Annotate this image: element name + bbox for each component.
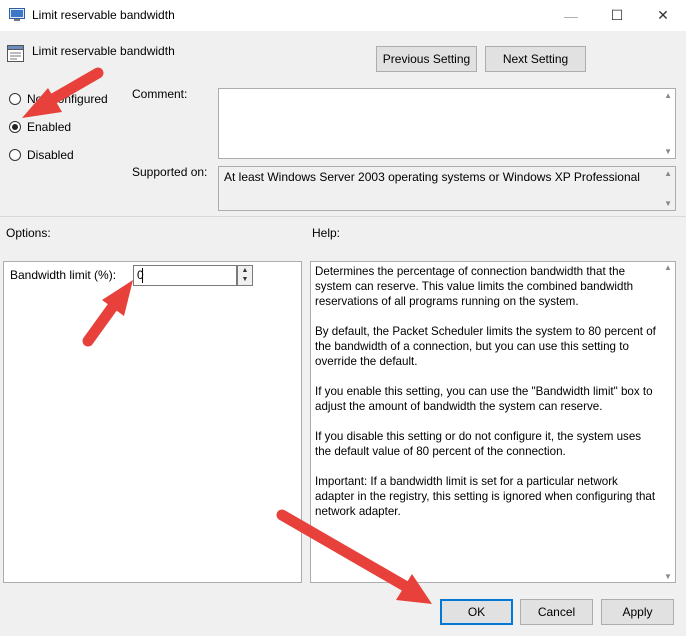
disabled-radio[interactable]: Disabled	[9, 148, 74, 162]
supported-on-text: At least Windows Server 2003 operating s…	[224, 170, 640, 184]
scroll-down-icon[interactable]: ▼	[664, 572, 672, 581]
scroll-up-icon[interactable]: ▲	[664, 169, 672, 178]
radio-label: Enabled	[27, 120, 72, 134]
enabled-radio[interactable]: Enabled	[9, 120, 71, 134]
minimize-button[interactable]: —	[548, 0, 594, 31]
cancel-button[interactable]: Cancel	[520, 599, 593, 625]
radio-circle[interactable]	[9, 93, 21, 105]
section-divider	[0, 216, 686, 217]
bandwidth-limit-spinner[interactable]: ▲ ▼	[237, 265, 253, 286]
radio-selected-dot	[12, 124, 18, 130]
policy-name: Limit reservable bandwidth	[32, 44, 175, 58]
scroll-down-icon[interactable]: ▼	[664, 199, 672, 208]
previous-setting-button[interactable]: Previous Setting	[376, 46, 477, 72]
scroll-down-icon[interactable]: ▼	[664, 147, 672, 156]
help-paragraph: Important: If a bandwidth limit is set f…	[315, 475, 656, 518]
scroll-up-icon[interactable]: ▲	[664, 263, 672, 272]
help-paragraph: If you disable this setting or do not co…	[315, 430, 642, 458]
comment-label: Comment:	[132, 87, 188, 101]
spin-down-icon[interactable]: ▼	[238, 275, 252, 284]
bandwidth-limit-label: Bandwidth limit (%):	[10, 268, 117, 282]
radio-circle[interactable]	[9, 121, 21, 133]
scroll-up-icon[interactable]: ▲	[664, 91, 672, 100]
supported-on-label: Supported on:	[132, 165, 208, 179]
ok-button[interactable]: OK	[440, 599, 513, 625]
window-title: Limit reservable bandwidth	[32, 8, 175, 22]
spin-up-icon[interactable]: ▲	[238, 266, 252, 275]
apply-button[interactable]: Apply	[601, 599, 674, 625]
not-configured-radio[interactable]: Not Configured	[9, 92, 108, 106]
help-paragraph: By default, the Packet Scheduler limits …	[315, 325, 656, 368]
help-paragraph: If you enable this setting, you can use …	[315, 385, 653, 413]
help-paragraph: Determines the percentage of connection …	[315, 265, 634, 308]
policy-setting-icon	[7, 45, 24, 62]
radio-circle[interactable]	[9, 149, 21, 161]
text-caret	[142, 268, 143, 283]
next-setting-button[interactable]: Next Setting	[485, 46, 586, 72]
maximize-button[interactable]: ☐	[594, 0, 640, 31]
radio-label: Disabled	[27, 148, 74, 162]
radio-label: Not Configured	[27, 92, 108, 106]
options-panel	[3, 261, 302, 583]
help-scrollbar[interactable]: ▲ ▼	[662, 262, 675, 582]
bandwidth-limit-input[interactable]: 0	[133, 265, 237, 286]
help-label: Help:	[312, 226, 341, 240]
help-text: Determines the percentage of connection …	[315, 264, 660, 534]
policy-window-icon	[9, 8, 25, 22]
close-button[interactable]: ✕	[640, 0, 686, 31]
options-label: Options:	[6, 226, 51, 240]
comment-textarea[interactable]: ▲ ▼	[218, 88, 676, 159]
